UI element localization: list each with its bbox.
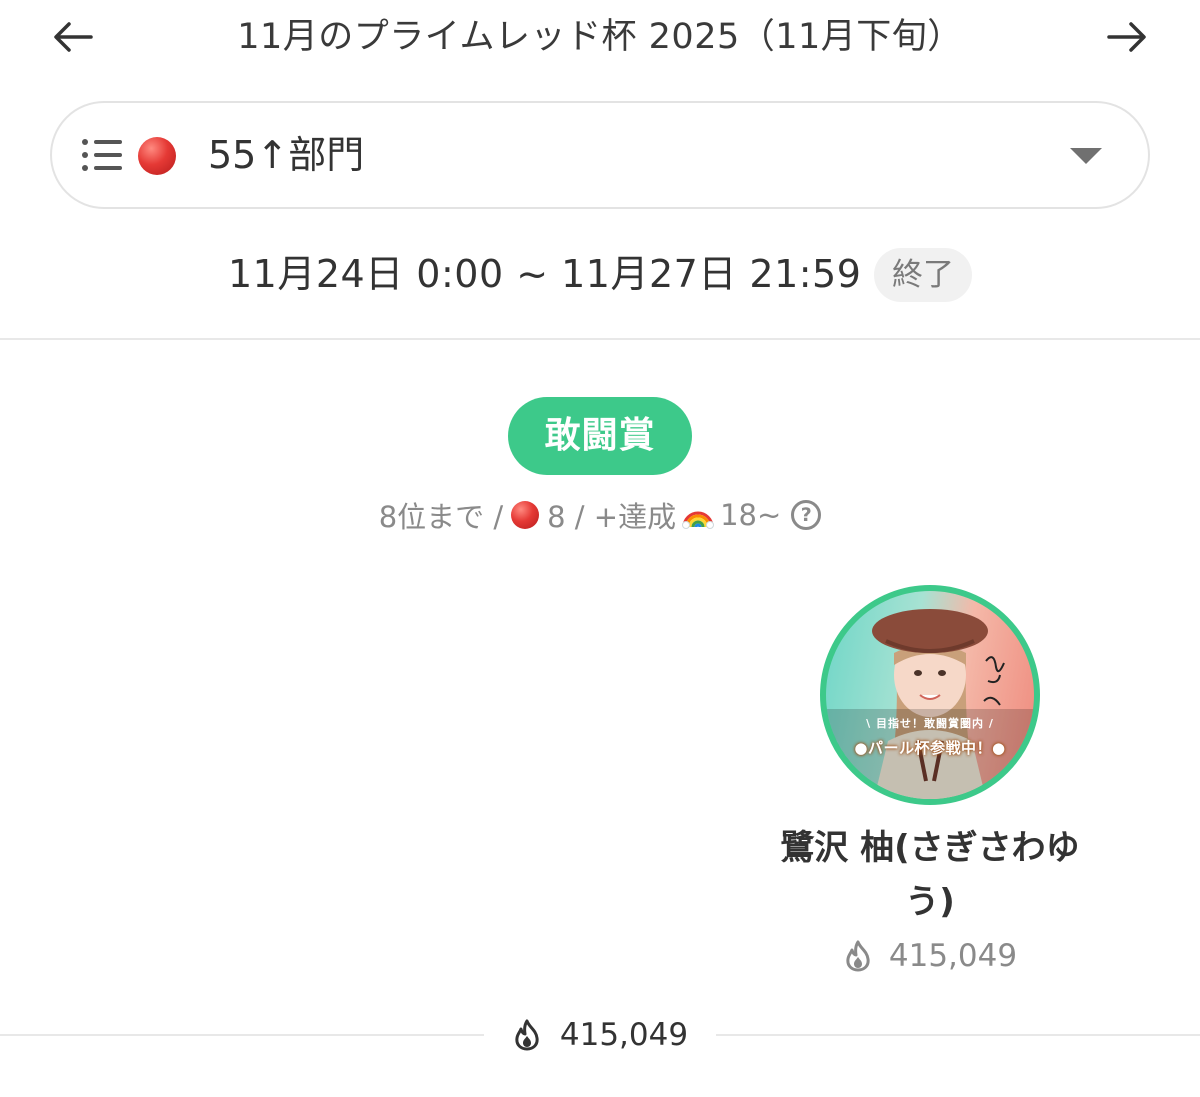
period-row: 11月24日 0:00 ~ 11月27日 21:59 終了	[0, 246, 1200, 302]
winner-name[interactable]: 鷺沢 柚(さぎさわゆう)	[770, 821, 1090, 929]
fire-icon	[515, 1019, 539, 1051]
period-text: 11月24日 0:00 ~ 11月27日 21:59	[228, 252, 862, 296]
count-condition: 8 / +達成	[547, 500, 677, 534]
divider	[716, 1034, 1200, 1036]
question-circle-icon[interactable]: ?	[791, 500, 822, 530]
total-row: 415,049	[0, 1012, 1200, 1058]
winner-card: \ 目指せ！敢闘賞圏内 / ●パール杯参戦中！● 鷺沢 柚(さぎさわゆう) 41…	[770, 585, 1090, 985]
arrow-left-icon	[54, 22, 93, 52]
header: 11月のプライムレッド杯 2025（11月下旬）	[0, 0, 1200, 78]
winner-points: 415,049	[770, 935, 1090, 977]
red-circle-icon	[511, 501, 540, 529]
total-points-value: 415,049	[559, 1017, 689, 1053]
fire-icon	[846, 940, 870, 972]
page-title: 11月のプライムレッド杯 2025（11月下旬）	[237, 17, 963, 57]
award-badge: 敢闘賞	[508, 397, 692, 475]
total-points: 415,049	[484, 1012, 716, 1058]
status-badge: 終了	[874, 248, 972, 302]
avatar[interactable]: \ 目指せ！敢闘賞圏内 / ●パール杯参戦中！●	[820, 585, 1040, 805]
rank-condition: 8位まで /	[378, 500, 504, 534]
arrow-right-icon	[1107, 22, 1146, 52]
caret-down-icon[interactable]	[1070, 148, 1102, 164]
back-button[interactable]	[48, 14, 98, 60]
threshold: 18~	[720, 498, 782, 532]
list-icon	[82, 139, 122, 171]
rainbow-icon	[682, 511, 715, 529]
winner-points-value: 415,049	[888, 938, 1018, 974]
divider	[0, 338, 1200, 340]
divider	[0, 1034, 484, 1036]
avatar-illustration	[826, 609, 1034, 799]
award-condition: 8位まで / 8 / +達成 18~ ?	[0, 494, 1200, 536]
forward-button[interactable]	[1102, 14, 1152, 60]
division-label: 55↑部門	[208, 133, 365, 177]
avatar-caption-top: \ 目指せ！敢闘賞圏内 /	[866, 717, 994, 730]
avatar-caption-main: ●パール杯参戦中！●	[854, 739, 1006, 757]
red-circle-icon	[138, 137, 176, 175]
